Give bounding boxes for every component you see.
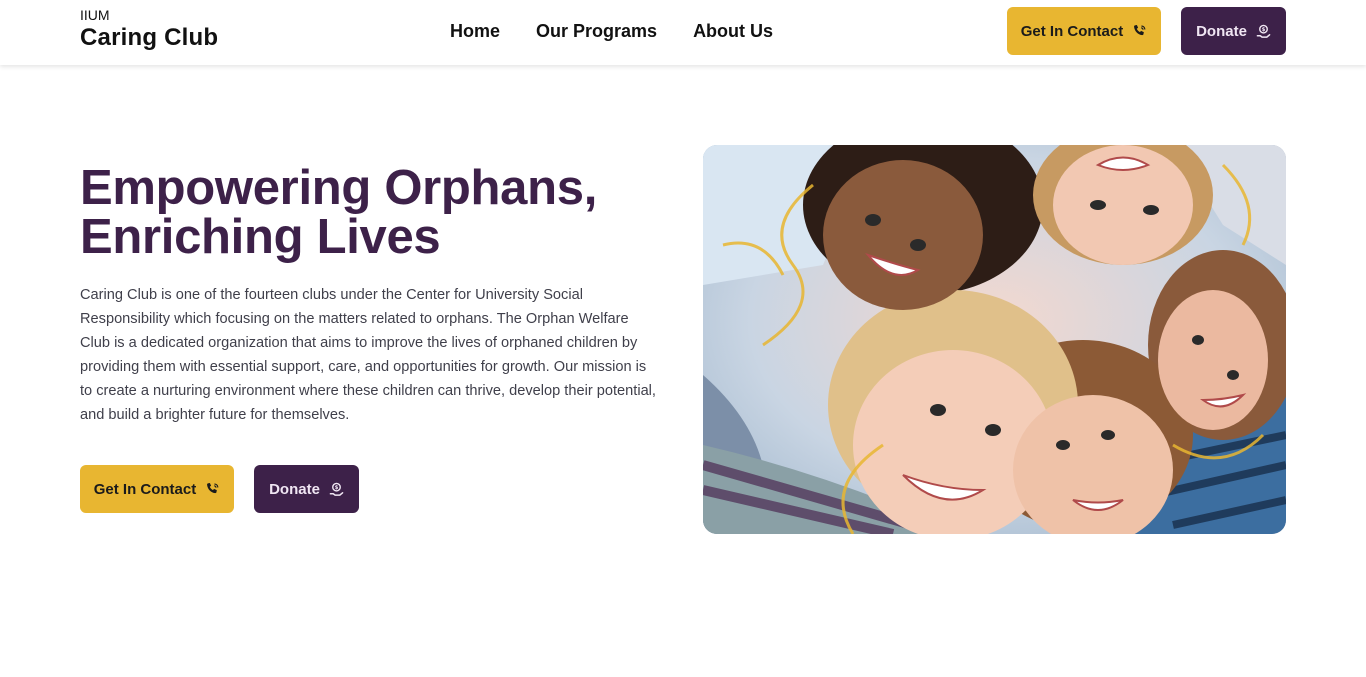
nav-home[interactable]: Home xyxy=(450,21,500,42)
hero-title-line-1: Empowering Orphans, xyxy=(80,161,598,215)
header-donate-button[interactable]: Donate $ xyxy=(1181,7,1286,55)
site-header: IIUM Caring Club Home Our Programs About… xyxy=(0,0,1366,65)
main-nav: Home Our Programs About Us xyxy=(450,0,773,63)
nav-about-us[interactable]: About Us xyxy=(693,21,773,42)
phone-icon xyxy=(205,482,220,497)
nav-our-programs[interactable]: Our Programs xyxy=(536,21,657,42)
donate-hand-icon: $ xyxy=(329,482,344,497)
donate-button-label: Donate xyxy=(269,480,320,498)
hero-title: Empowering Orphans, Enriching Lives xyxy=(80,164,660,262)
brand-logo[interactable]: IIUM Caring Club xyxy=(80,7,218,52)
hero-donate-button[interactable]: Donate $ xyxy=(254,465,359,513)
contact-button-label: Get In Contact xyxy=(1020,22,1124,40)
contact-button-label: Get In Contact xyxy=(93,480,197,498)
brand-subtitle: IIUM xyxy=(80,7,110,23)
header-contact-button[interactable]: Get In Contact xyxy=(1007,7,1161,55)
svg-text:$: $ xyxy=(335,485,339,491)
donate-hand-icon: $ xyxy=(1256,24,1271,39)
svg-text:$: $ xyxy=(1262,27,1266,33)
phone-icon xyxy=(1132,24,1147,39)
hero-title-line-2: Enriching Lives xyxy=(80,210,441,264)
children-photo-illustration xyxy=(703,145,1286,534)
hero-contact-button[interactable]: Get In Contact xyxy=(80,465,234,513)
hero-photo xyxy=(703,145,1286,534)
donate-button-label: Donate xyxy=(1196,22,1247,40)
brand-title: Caring Club xyxy=(80,24,219,51)
hero-description: Caring Club is one of the fourteen clubs… xyxy=(80,287,656,423)
